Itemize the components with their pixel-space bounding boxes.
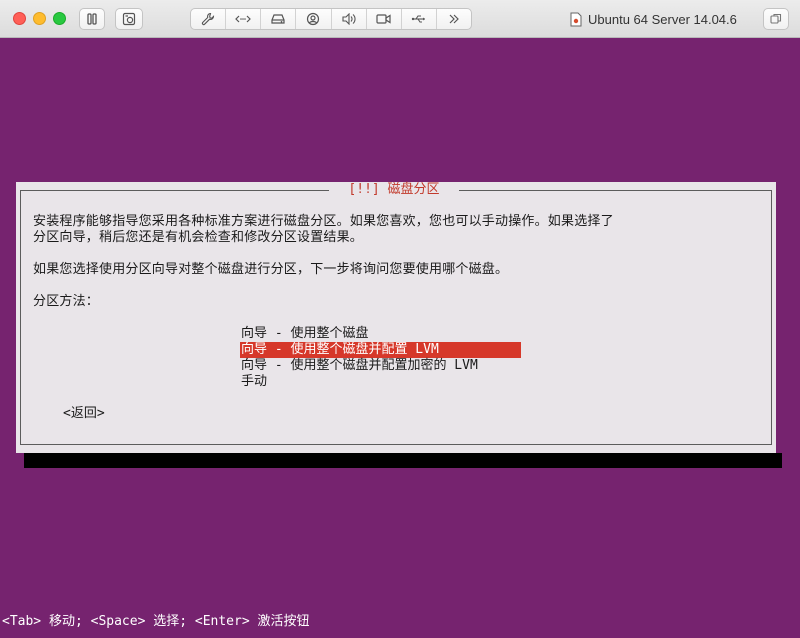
minimize-window-button[interactable] — [33, 12, 46, 25]
usb-icon — [411, 15, 425, 23]
option-guided-encrypted-lvm[interactable]: 向导 - 使用整个磁盘并配置加密的 LVM — [240, 358, 521, 374]
window-title-text: Ubuntu 64 Server 14.04.6 — [588, 11, 737, 27]
intro-line-2: 分区向导，稍后您还是有机会检查和修改分区设置结果。 — [33, 230, 364, 245]
key-help-bar: <Tab> 移动; <Space> 选择; <Enter> 激活按钮 — [2, 614, 310, 629]
dialog-shadow — [24, 453, 782, 468]
vm-document-icon — [570, 12, 582, 27]
window-title: Ubuntu 64 Server 14.04.6 — [570, 10, 737, 28]
option-manual[interactable]: 手动 — [240, 374, 521, 390]
vm-toolbar — [190, 8, 472, 30]
windows-icon — [770, 13, 782, 24]
network-icon — [235, 15, 252, 23]
close-window-button[interactable] — [13, 12, 26, 25]
wrench-icon — [201, 12, 215, 26]
dialog-title: [!!] 磁盘分区 — [329, 182, 459, 198]
partition-dialog: [!!] 磁盘分区 安装程序能够指导您采用各种标准方案进行磁盘分区。如果您喜欢，… — [16, 182, 776, 453]
pause-icon — [87, 13, 97, 25]
camera-button[interactable] — [296, 9, 332, 29]
sound-button[interactable] — [332, 9, 367, 29]
back-button[interactable]: <返回> — [63, 406, 105, 422]
method-label: 分区方法： — [33, 294, 100, 309]
snapshot-icon — [122, 12, 136, 26]
option-guided-entire-disk-lvm[interactable]: 向导 - 使用整个磁盘并配置 LVM — [240, 342, 521, 358]
unity-button[interactable] — [763, 8, 789, 30]
disk-icon — [271, 14, 285, 24]
window-titlebar: Ubuntu 64 Server 14.04.6 — [0, 0, 800, 38]
snapshot-button[interactable] — [115, 8, 143, 30]
intro-paragraph-2: 如果您选择使用分区向导对整个磁盘进行分区，下一步将询问您要使用哪个磁盘。 — [33, 262, 509, 277]
network-button[interactable] — [226, 9, 262, 29]
pause-button[interactable] — [79, 8, 105, 30]
usb-button[interactable] — [402, 9, 437, 29]
camera-icon — [307, 12, 320, 26]
settings-button[interactable] — [191, 9, 227, 29]
option-guided-entire-disk[interactable]: 向导 - 使用整个磁盘 — [240, 326, 521, 342]
more-icon — [449, 14, 459, 24]
disk-button[interactable] — [261, 9, 297, 29]
fullscreen-window-button[interactable] — [53, 12, 66, 25]
sound-icon — [342, 13, 356, 25]
video-icon — [376, 14, 391, 24]
more-button[interactable] — [437, 9, 471, 29]
video-button[interactable] — [367, 9, 402, 29]
intro-line-1: 安装程序能够指导您采用各种标准方案进行磁盘分区。如果您喜欢，您也可以手动操作。如… — [33, 214, 614, 229]
partition-method-list: 向导 - 使用整个磁盘 向导 - 使用整个磁盘并配置 LVM 向导 - 使用整个… — [240, 326, 521, 390]
